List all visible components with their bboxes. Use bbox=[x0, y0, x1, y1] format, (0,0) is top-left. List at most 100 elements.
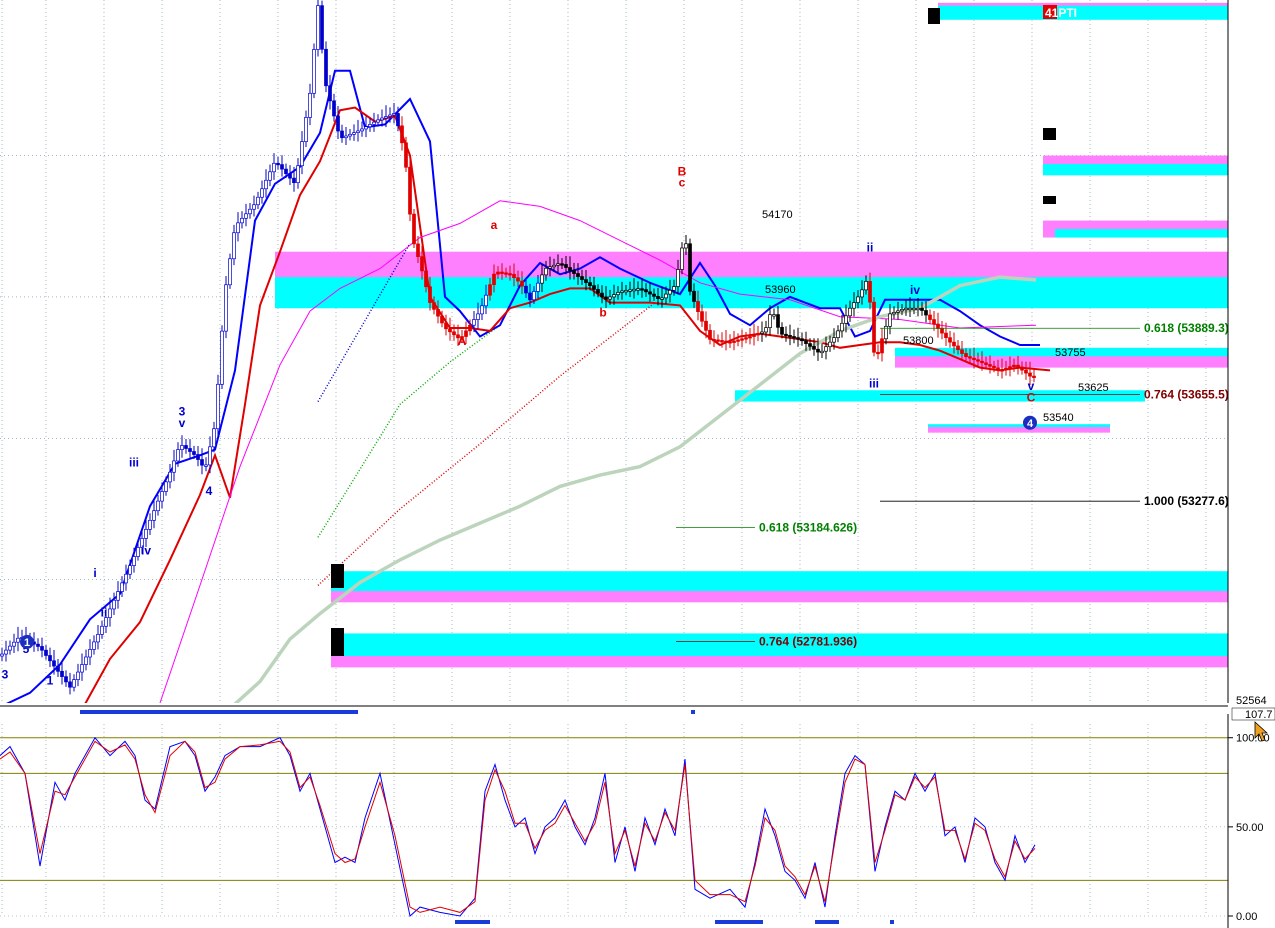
oscillator-axis-tick-label: 50.00 bbox=[1236, 822, 1264, 834]
candle-body bbox=[988, 364, 992, 367]
candle-body bbox=[960, 349, 964, 354]
candle-body bbox=[852, 302, 856, 309]
candle-body bbox=[380, 117, 384, 121]
candle-body bbox=[676, 269, 680, 287]
candle-body bbox=[1000, 369, 1004, 372]
candle-body bbox=[8, 645, 12, 651]
candle-body bbox=[1004, 367, 1008, 371]
wave-label: 3 bbox=[2, 668, 9, 682]
target-zone bbox=[928, 427, 1110, 433]
candle-body bbox=[312, 49, 316, 94]
candle-body bbox=[480, 305, 484, 315]
chart-root: 0.618 (53889.3) 0.764 (53655.5) 1.000 (532… bbox=[0, 0, 1275, 928]
candle-body bbox=[0, 653, 4, 657]
candle-body bbox=[276, 162, 280, 166]
candle-body bbox=[44, 649, 48, 656]
candle-body bbox=[824, 346, 828, 352]
fib-level-label: 0.764 (52781.936) bbox=[759, 634, 857, 648]
candle-body bbox=[860, 289, 864, 298]
candle-body bbox=[952, 341, 956, 347]
candle-body bbox=[712, 338, 716, 342]
candle-body bbox=[796, 337, 800, 340]
moving-average-line bbox=[84, 106, 1051, 705]
candle-body bbox=[448, 328, 452, 333]
candle-body bbox=[108, 608, 112, 618]
candle-body bbox=[816, 348, 820, 353]
candle-body bbox=[236, 222, 240, 234]
candle-body bbox=[1028, 372, 1032, 377]
candle-body bbox=[268, 171, 272, 181]
candle-body bbox=[368, 124, 372, 128]
candle-body bbox=[972, 357, 976, 361]
candle-body bbox=[244, 213, 248, 219]
price-panel: 0.618 (53889.3) 0.764 (53655.5) 1.000 (532… bbox=[0, 0, 1275, 708]
candle-body bbox=[432, 302, 436, 310]
candle-body bbox=[1016, 364, 1020, 368]
wave-label: 4 bbox=[206, 484, 213, 498]
candle-body bbox=[820, 350, 824, 354]
candle-body bbox=[672, 286, 676, 291]
candle-body bbox=[56, 665, 60, 672]
candle-body bbox=[92, 641, 96, 650]
candle-body bbox=[704, 320, 708, 331]
candle-body bbox=[252, 204, 256, 210]
price-label-54170: 54170 bbox=[762, 209, 793, 221]
candle-body bbox=[732, 340, 736, 343]
candle-body bbox=[184, 445, 188, 449]
candle-body bbox=[84, 656, 88, 665]
candle-body bbox=[720, 340, 724, 343]
candle-body bbox=[536, 282, 540, 292]
candle-body bbox=[604, 296, 608, 300]
trend-line bbox=[317, 302, 656, 586]
candle-body bbox=[612, 294, 616, 298]
candle-body bbox=[364, 126, 368, 130]
candle-body bbox=[560, 263, 564, 266]
candle-body bbox=[760, 331, 764, 334]
wave-label: C bbox=[1027, 391, 1036, 405]
candle-body bbox=[152, 510, 156, 521]
candle-body bbox=[492, 273, 496, 286]
candle-body bbox=[468, 324, 472, 332]
candle-body bbox=[932, 319, 936, 325]
candle-body bbox=[836, 330, 840, 338]
candle-body bbox=[924, 310, 928, 316]
candle-body bbox=[1012, 364, 1016, 368]
candle-body bbox=[900, 309, 904, 312]
zone-block-marker bbox=[331, 628, 344, 656]
candle-body bbox=[528, 292, 532, 301]
candle-body bbox=[776, 314, 780, 328]
candle-body bbox=[804, 340, 808, 344]
candle-body bbox=[592, 285, 596, 290]
candle-body bbox=[512, 273, 516, 279]
wave-label: v bbox=[179, 416, 186, 430]
candle-body bbox=[216, 383, 220, 430]
candle-body bbox=[876, 351, 880, 355]
candle-body bbox=[436, 309, 440, 317]
candle-body bbox=[188, 448, 192, 452]
price-label-53960: 53960 bbox=[765, 284, 796, 296]
wave-label: ii bbox=[101, 605, 108, 619]
zone-block-marker bbox=[1043, 128, 1056, 140]
candle-body bbox=[272, 162, 276, 173]
candle-body bbox=[452, 331, 456, 336]
candle-body bbox=[192, 451, 196, 455]
time-scroll-strip[interactable] bbox=[0, 703, 1228, 714]
candle-body bbox=[632, 288, 636, 292]
candle-body bbox=[956, 345, 960, 351]
target-zone bbox=[275, 277, 1228, 309]
oscillator-panel: 100.0050.000.00 bbox=[0, 714, 1270, 928]
price-label-53625: 53625 bbox=[1078, 382, 1109, 394]
candle-body bbox=[40, 646, 44, 651]
candle-body bbox=[476, 313, 480, 320]
candle-body bbox=[400, 125, 404, 144]
candle-body bbox=[344, 135, 348, 139]
candle-body bbox=[1008, 366, 1012, 369]
candle-body bbox=[240, 217, 244, 224]
candle-body bbox=[920, 307, 924, 311]
candle-body bbox=[548, 266, 552, 269]
candle-body bbox=[752, 334, 756, 337]
candle-body bbox=[928, 314, 932, 320]
signal-bar bbox=[815, 920, 839, 924]
candle-body bbox=[800, 338, 804, 342]
candle-body bbox=[68, 681, 72, 688]
